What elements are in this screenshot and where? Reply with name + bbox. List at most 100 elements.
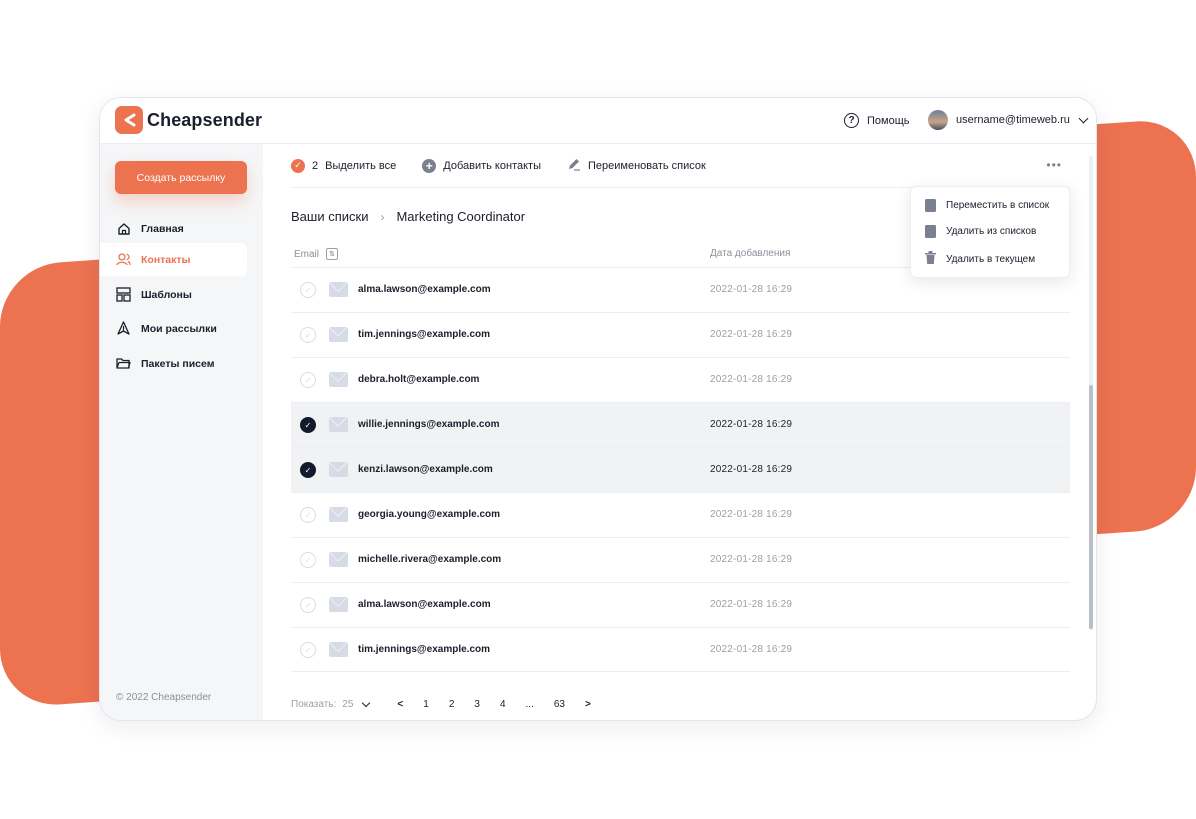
breadcrumb: Ваши списки › Marketing Coordinator — [291, 209, 525, 224]
plus-icon: + — [422, 158, 437, 173]
help-link[interactable]: ? Помощь — [844, 113, 910, 128]
user-menu[interactable]: username@timeweb.ru — [928, 110, 1089, 130]
rename-list-label: Переименовать список — [587, 159, 706, 172]
page-button[interactable]: 1 — [423, 699, 429, 710]
remove-from-lists-option[interactable]: Удалить из списков — [925, 225, 1036, 238]
column-header-date-label: Дата добавления — [710, 248, 791, 259]
page-button[interactable]: 4 — [500, 699, 506, 710]
envelope-icon — [329, 642, 348, 657]
prev-page-button[interactable]: < — [397, 699, 403, 710]
copyright: © 2022 Cheapsender — [116, 692, 212, 703]
column-header-email-label: Email — [294, 248, 320, 260]
scrollbar-thumb[interactable] — [1089, 385, 1093, 629]
page-button[interactable]: 2 — [449, 699, 455, 710]
row-checkbox[interactable]: ✓ — [300, 552, 316, 568]
next-page-button[interactable]: > — [585, 699, 591, 710]
mailing-icon — [116, 321, 131, 336]
select-all-button[interactable]: ✓ 2 Выделить все — [291, 158, 397, 173]
row-email: alma.lawson@example.com — [358, 284, 491, 295]
breadcrumb-root[interactable]: Ваши списки — [291, 209, 368, 224]
row-checkbox[interactable]: ✓ — [300, 597, 316, 613]
envelope-icon — [329, 327, 348, 342]
chevron-right-icon: › — [380, 209, 385, 224]
column-header-date[interactable]: Дата добавления — [710, 248, 790, 259]
move-file-icon — [925, 199, 936, 212]
sidebar-item-home[interactable]: Главная — [100, 212, 247, 245]
sidebar-item-packages[interactable]: Пакеты писем — [100, 347, 247, 380]
sidebar-item-label: Шаблоны — [141, 288, 192, 301]
delete-in-current-option[interactable]: Удалить в текущем — [925, 251, 1035, 267]
table-row[interactable]: ✓ debra.holt@example.com 2022-01-28 16:29 — [291, 357, 1070, 402]
chevron-down-icon — [1078, 113, 1089, 123]
sidebar-item-mailings[interactable]: Мои рассылки — [100, 312, 247, 345]
rename-list-button[interactable]: Переименовать список — [567, 157, 706, 174]
sort-icon[interactable]: ⇅ — [326, 248, 339, 260]
row-checkbox[interactable]: ✓ — [300, 327, 316, 343]
row-date: 2022-01-28 16:29 — [710, 374, 793, 385]
top-bar: Cheapsender ? Помощь username@timeweb.ru — [100, 98, 1096, 144]
sidebar-item-label: Мои рассылки — [141, 322, 217, 335]
move-to-list-option[interactable]: Переместить в список — [925, 199, 1049, 212]
row-date: 2022-01-28 16:29 — [710, 509, 793, 520]
row-email: michelle.rivera@example.com — [358, 554, 502, 565]
row-checkbox[interactable]: ✓ — [300, 282, 316, 298]
contacts-table: ✓ alma.lawson@example.com 2022-01-28 16:29… — [291, 267, 1070, 672]
more-options-icon[interactable]: ••• — [1046, 158, 1062, 172]
table-row[interactable]: ✓ michelle.rivera@example.com 2022-01-28 1… — [291, 537, 1070, 582]
help-icon: ? — [844, 113, 859, 128]
avatar — [928, 110, 948, 130]
add-contacts-label: Добавить контакты — [443, 159, 541, 172]
per-page-select[interactable]: 25 — [342, 699, 353, 710]
row-email: tim.jennings@example.com — [358, 644, 491, 655]
row-date: 2022-01-28 16:29 — [710, 329, 793, 340]
page-button[interactable]: 63 — [554, 699, 565, 710]
dropdown-item-label: Переместить в список — [946, 200, 1050, 211]
envelope-icon — [329, 552, 348, 567]
row-checkbox[interactable]: ✓ — [300, 507, 316, 523]
row-date: 2022-01-28 16:29 — [710, 464, 793, 475]
folder-icon — [116, 356, 131, 371]
table-row[interactable]: ✓ tim.jennings@example.com 2022-01-28 16:2… — [291, 627, 1070, 672]
row-date: 2022-01-28 16:29 — [710, 599, 793, 610]
app-window: Cheapsender ? Помощь username@timeweb.ru… — [99, 97, 1097, 721]
create-mailing-button[interactable]: Создать рассылку — [115, 161, 247, 194]
sidebar-item-label: Главная — [141, 222, 184, 235]
row-checkbox[interactable]: ✓ — [300, 462, 316, 478]
row-date: 2022-01-28 16:29 — [710, 284, 793, 295]
actions-dropdown: Переместить в список Удалить из списков … — [910, 186, 1070, 278]
row-date: 2022-01-28 16:29 — [710, 644, 793, 655]
table-row[interactable]: ✓ alma.lawson@example.com 2022-01-28 16:29 — [291, 582, 1070, 627]
row-email: georgia.young@example.com — [358, 509, 501, 520]
row-checkbox[interactable]: ✓ — [300, 372, 316, 388]
envelope-icon — [329, 462, 348, 477]
sidebar: Создать рассылку Главная Контакты Шаблон… — [100, 144, 263, 720]
table-row[interactable]: ✓ kenzi.lawson@example.com 2022-01-28 16:2… — [291, 447, 1070, 492]
table-row[interactable]: ✓ tim.jennings@example.com 2022-01-28 16:2… — [291, 312, 1070, 357]
breadcrumb-current: Marketing Coordinator — [396, 209, 526, 224]
row-date: 2022-01-28 16:29 — [710, 419, 793, 430]
select-all-label: Выделить все — [325, 159, 397, 172]
row-checkbox[interactable]: ✓ — [300, 642, 316, 658]
sidebar-item-contacts[interactable]: Контакты — [100, 243, 247, 276]
toolbar: ✓ 2 Выделить все + Добавить контакты Пер… — [291, 144, 1070, 188]
table-row[interactable]: ✓ willie.jennings@example.com 2022-01-28 1… — [291, 402, 1070, 447]
check-icon: ✓ — [291, 158, 305, 173]
brand-name: Cheapsender — [147, 110, 263, 130]
envelope-icon — [329, 282, 348, 297]
dropdown-item-label: Удалить в текущем — [946, 253, 1036, 265]
per-page-label: Показать: — [291, 699, 337, 710]
row-date: 2022-01-28 16:29 — [710, 554, 793, 565]
column-header-email[interactable]: Email ⇅ — [294, 248, 339, 260]
logo-icon[interactable] — [115, 106, 143, 134]
row-checkbox[interactable]: ✓ — [300, 417, 316, 433]
envelope-icon — [329, 417, 348, 432]
chevron-down-icon[interactable] — [362, 698, 371, 708]
home-icon — [116, 221, 131, 236]
table-row[interactable]: ✓ georgia.young@example.com 2022-01-28 16:… — [291, 492, 1070, 537]
add-contacts-button[interactable]: + Добавить контакты — [422, 158, 541, 173]
pagination: Показать: 25 < 1 2 3 4 ... 63 > — [291, 698, 591, 710]
trash-icon — [925, 251, 936, 267]
page-button[interactable]: 3 — [474, 699, 480, 710]
sidebar-item-templates[interactable]: Шаблоны — [100, 278, 247, 311]
contacts-icon — [116, 252, 131, 267]
